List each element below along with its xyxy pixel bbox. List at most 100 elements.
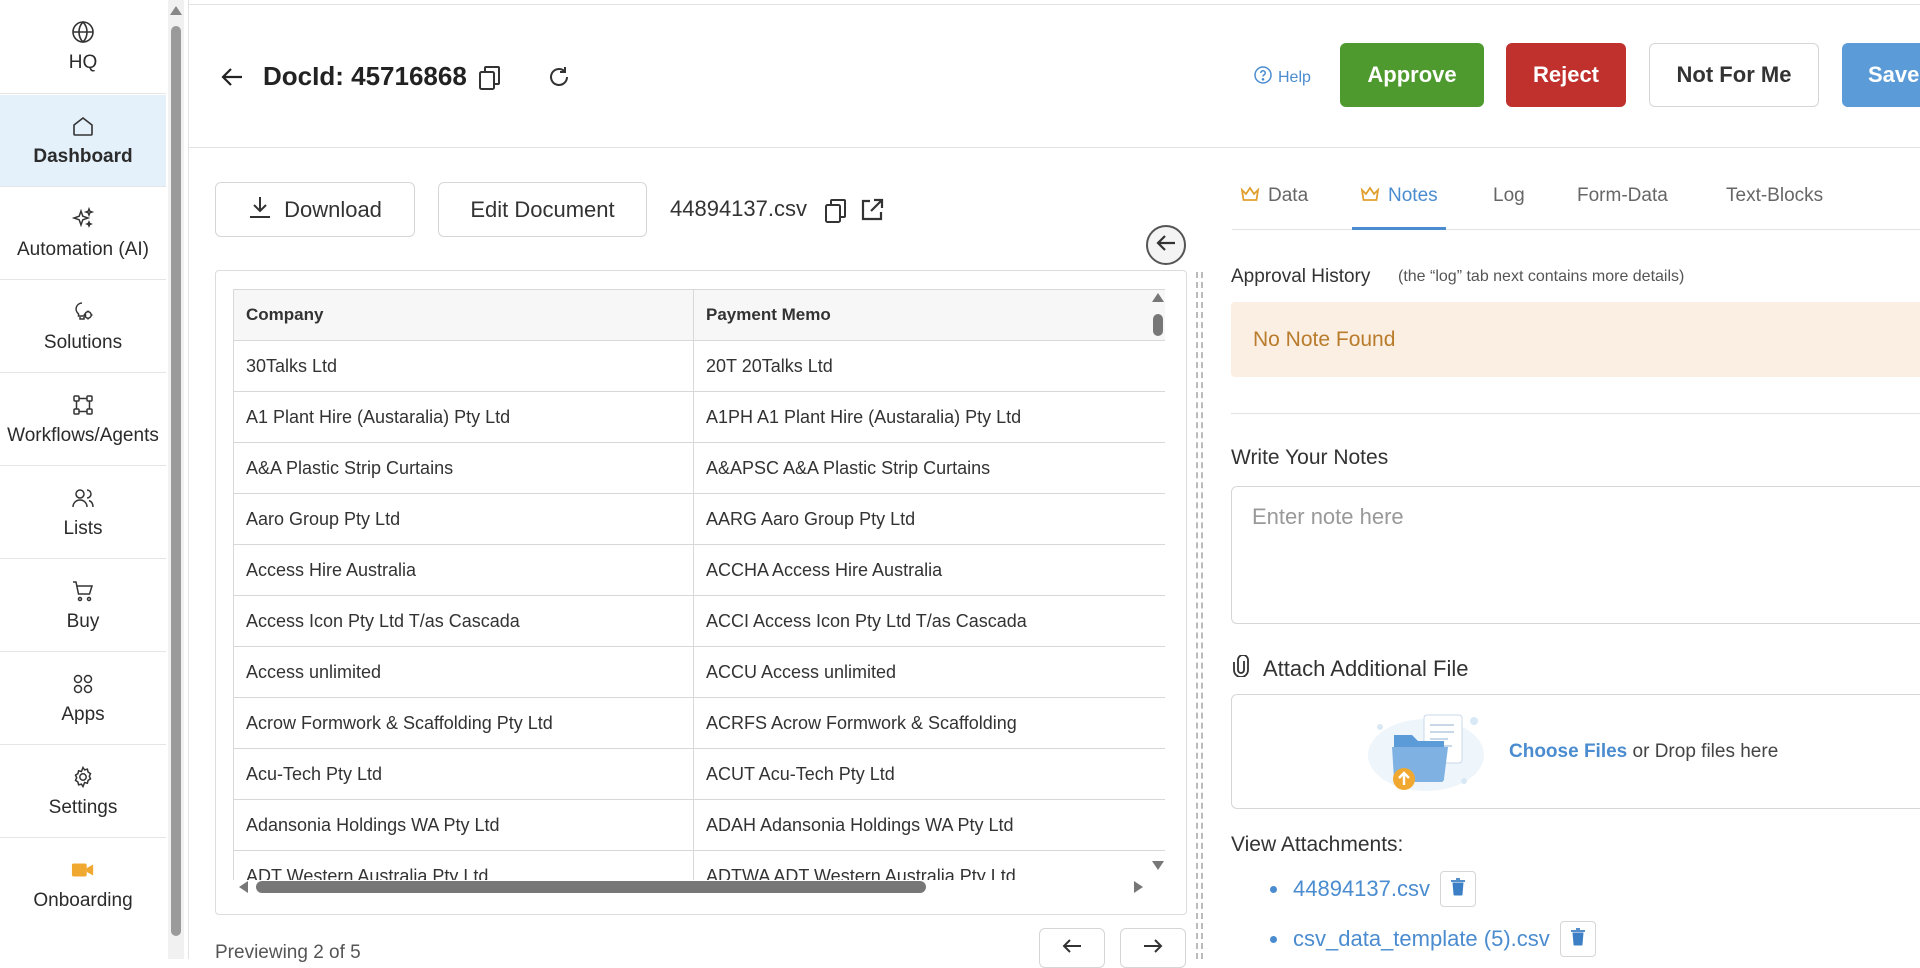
cell-company: Access Icon Pty Ltd T/as Cascada (233, 595, 694, 647)
cell-payment-memo: ACCI Access Icon Pty Ltd T/as Cascada (693, 595, 1165, 647)
cell-company: Acrow Formwork & Scaffolding Pty Ltd (233, 697, 694, 749)
table-scroll-down-arrow[interactable] (1152, 861, 1164, 870)
sidebar-scroll-up-arrow[interactable] (170, 6, 182, 15)
attach-file-title: Attach Additional File (1231, 654, 1469, 683)
cell-company: Aaro Group Pty Ltd (233, 493, 694, 545)
back-arrow-icon[interactable] (218, 63, 246, 91)
approval-history-title: Approval History (1231, 266, 1371, 287)
sidebar-scroll-thumb[interactable] (171, 26, 181, 936)
cell-company: A&A Plastic Strip Curtains (233, 442, 694, 494)
panel-resize-handle[interactable] (1196, 272, 1203, 959)
no-note-text: No Note Found (1253, 328, 1396, 351)
table-row: A&A Plastic Strip Curtains A&APSC A&A Pla… (233, 442, 1165, 494)
attachment-item: csv_data_template (5).csv (1270, 921, 1596, 957)
sidebar-item-apps[interactable]: Apps (0, 653, 166, 745)
not-for-me-button[interactable]: Not For Me (1649, 43, 1819, 107)
page-title: DocId: 45716868 (263, 61, 467, 91)
sidebar: HQ Dashboard Automation (AI) Solutions W… (0, 0, 168, 959)
arrow-left-icon (1156, 234, 1176, 257)
cell-payment-memo: ACCHA Access Hire Australia (693, 544, 1165, 596)
cell-payment-memo: ADTWA ADT Western Australia Pty Ltd (693, 850, 1165, 880)
cell-payment-memo: A&APSC A&A Plastic Strip Curtains (693, 442, 1165, 494)
table-scroll-left-arrow[interactable] (239, 881, 248, 893)
delete-attachment-button[interactable] (1559, 921, 1596, 957)
sidebar-item-onboarding[interactable]: Onboarding (0, 839, 166, 931)
sidebar-item-automation[interactable]: Automation (AI) (0, 188, 166, 280)
file-dropzone[interactable]: Choose Files or Drop files here (1231, 694, 1920, 809)
attachment-link[interactable]: 44894137.csv (1293, 876, 1430, 902)
csv-preview: Company Payment Memo 30Talks Ltd 20T 20Ta… (215, 270, 1187, 915)
sidebar-item-hq[interactable]: HQ (0, 0, 166, 94)
collapse-panel-button[interactable] (1146, 225, 1186, 265)
cell-company: Adansonia Holdings WA Pty Ltd (233, 799, 694, 851)
table-row: Acu-Tech Pty Ltd ACUT Acu-Tech Pty Ltd (233, 748, 1165, 800)
sidebar-item-solutions[interactable]: Solutions (0, 281, 166, 373)
copy-icon[interactable] (824, 198, 848, 229)
table-row: Acrow Formwork & Scaffolding Pty Ltd ACRF… (233, 697, 1165, 749)
cell-payment-memo: A1PH A1 Plant Hire (Austaralia) Pty Ltd (693, 391, 1165, 443)
approve-button[interactable]: Approve (1340, 43, 1484, 107)
cell-company: Access unlimited (233, 646, 694, 698)
refresh-icon[interactable] (548, 66, 570, 93)
sidebar-item-label: Settings (48, 796, 118, 818)
trash-icon (1570, 927, 1586, 951)
sidebar-item-label: Apps (61, 703, 105, 725)
cell-payment-memo: ACRFS Acrow Formwork & Scaffolding (693, 697, 1165, 749)
sidebar-item-lists[interactable]: Lists (0, 467, 166, 559)
attach-file-label: Attach Additional File (1263, 656, 1469, 681)
edit-document-button[interactable]: Edit Document (438, 182, 647, 237)
tab-label: Form-Data (1577, 185, 1668, 206)
download-label: Download (284, 196, 382, 222)
notes-textarea[interactable] (1231, 486, 1920, 624)
cell-payment-memo: ACUT Acu-Tech Pty Ltd (693, 748, 1165, 800)
table-scroll-up-arrow[interactable] (1152, 293, 1164, 302)
choose-files-link[interactable]: Choose Files (1509, 741, 1627, 762)
preview-counter: Previewing 2 of 5 (215, 942, 361, 963)
attachment-link[interactable]: csv_data_template (5).csv (1293, 926, 1550, 952)
page-header: DocId: 45716868 Help Approve Reject Not … (188, 5, 1920, 148)
external-link-icon[interactable] (860, 198, 884, 227)
sidebar-item-settings[interactable]: Settings (0, 746, 166, 838)
column-header-payment-memo: Payment Memo (693, 289, 1165, 341)
tab-notes[interactable]: Notes (1352, 170, 1446, 230)
table-vertical-scroll-thumb[interactable] (1153, 314, 1163, 336)
help-link[interactable]: Help (1254, 66, 1311, 89)
tab-log[interactable]: Log (1493, 170, 1525, 230)
sidebar-item-dashboard[interactable]: Dashboard (0, 95, 166, 187)
help-label: Help (1278, 68, 1311, 86)
tab-data[interactable]: Data (1240, 170, 1308, 230)
question-circle-icon (1254, 66, 1272, 89)
reject-button[interactable]: Reject (1506, 43, 1626, 107)
sidebar-item-label: HQ (68, 51, 98, 73)
previous-page-button[interactable] (1039, 928, 1105, 968)
table-viewport[interactable]: Company Payment Memo 30Talks Ltd 20T 20Ta… (233, 289, 1165, 880)
table-row: ADT Western Australia Pty Ltd ADTWA ADT W… (233, 850, 1165, 880)
tab-form-data[interactable]: Form-Data (1577, 170, 1668, 230)
table-header-row: Company Payment Memo (233, 289, 1165, 341)
arrow-right-icon (1143, 938, 1163, 959)
notes-title: Write Your Notes (1231, 446, 1389, 469)
bullet (1270, 885, 1277, 893)
cell-company: Acu-Tech Pty Ltd (233, 748, 694, 800)
lightbulb-gear-icon (71, 300, 95, 324)
table-horizontal-scroll-thumb[interactable] (256, 881, 926, 893)
column-header-company: Company (233, 289, 694, 341)
sidebar-item-buy[interactable]: Buy (0, 560, 166, 652)
crown-icon (1240, 185, 1260, 209)
table-scroll-right-arrow[interactable] (1134, 881, 1143, 893)
tab-text-blocks[interactable]: Text-Blocks (1726, 170, 1823, 230)
next-page-button[interactable] (1120, 928, 1186, 968)
download-button[interactable]: Download (215, 182, 415, 237)
delete-attachment-button[interactable] (1440, 871, 1476, 907)
cell-company: ADT Western Australia Pty Ltd (233, 850, 694, 880)
data-table: Company Payment Memo 30Talks Ltd 20T 20Ta… (233, 289, 1165, 880)
trash-icon (1450, 877, 1466, 901)
sidebar-item-label: Buy (66, 610, 100, 632)
copy-icon[interactable] (478, 65, 502, 96)
table-row: Access Icon Pty Ltd T/as Cascada ACCI Acc… (233, 595, 1165, 647)
sidebar-item-label: Automation (AI) (17, 238, 149, 260)
sidebar-item-workflows[interactable]: Workflows/Agents (0, 374, 166, 466)
approval-history-subtitle: (the “log” tab next contains more detail… (1398, 268, 1685, 285)
save-button[interactable]: Save (1842, 43, 1920, 107)
dropzone-text: Choose Files or Drop files here (1509, 741, 1778, 763)
